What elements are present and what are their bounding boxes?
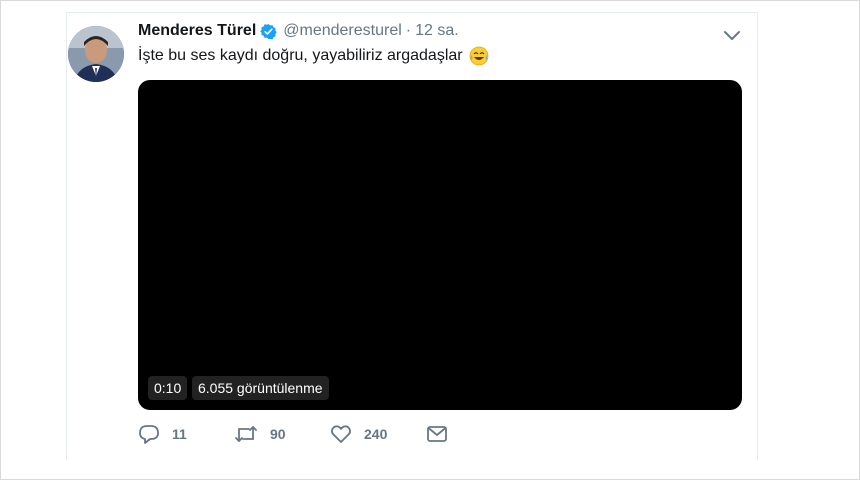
video-player[interactable]: 0:10 6.055 görüntülenme bbox=[138, 80, 742, 410]
like-button[interactable]: 240 bbox=[330, 424, 426, 444]
tweet-actions: 11 90 240 bbox=[138, 424, 448, 444]
tweet-text: İşte bu ses kaydı doğru, yayabiliriz arg… bbox=[138, 46, 489, 66]
reply-button[interactable]: 11 bbox=[138, 424, 234, 444]
verified-icon bbox=[260, 23, 277, 40]
reply-count: 11 bbox=[172, 426, 187, 442]
author-handle[interactable]: @menderesturel bbox=[283, 22, 402, 40]
reply-icon bbox=[138, 424, 160, 444]
author-name[interactable]: Menderes Türel bbox=[138, 22, 256, 40]
retweet-count: 90 bbox=[270, 426, 286, 442]
header-separator: · bbox=[405, 22, 412, 39]
tweet-text-content: İşte bu ses kaydı doğru, yayabiliriz arg… bbox=[138, 47, 463, 64]
like-count: 240 bbox=[364, 426, 388, 442]
tweet-header: Menderes Türel @menderesturel · 12 sa. bbox=[138, 22, 459, 40]
like-icon bbox=[330, 424, 352, 444]
tweet-timestamp[interactable]: 12 sa. bbox=[415, 22, 459, 40]
video-view-count: 6.055 görüntülenme bbox=[192, 376, 329, 400]
retweet-icon bbox=[234, 424, 258, 444]
direct-message-icon bbox=[426, 425, 448, 443]
direct-message-button[interactable] bbox=[426, 425, 448, 443]
face-with-tears-of-joy-icon bbox=[469, 46, 489, 66]
chevron-down-icon[interactable] bbox=[722, 28, 742, 44]
avatar[interactable] bbox=[68, 26, 124, 82]
video-duration: 0:10 bbox=[148, 376, 188, 400]
retweet-button[interactable]: 90 bbox=[234, 424, 330, 444]
